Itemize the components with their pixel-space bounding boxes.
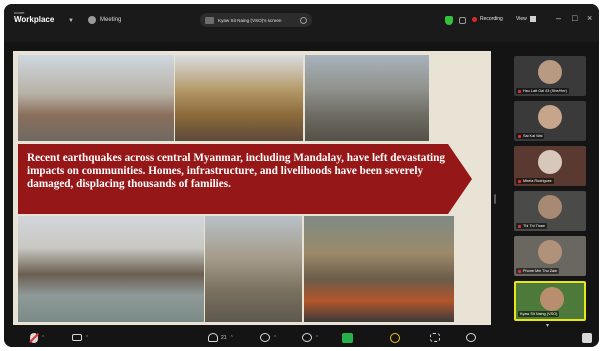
meeting-menu[interactable]: Meeting <box>88 16 121 24</box>
microphone-muted-icon <box>30 332 38 343</box>
mute-button[interactable]: ⌃ <box>30 332 45 343</box>
emoji-icon <box>390 332 400 343</box>
meeting-label: Meeting <box>100 17 122 23</box>
participant-tile[interactable]: Thi Thi Thaw <box>514 191 586 231</box>
chat-icon <box>260 333 270 342</box>
bottom-toolbar: ⌃ ⌃ 21 ⌃ ⌃ ⌃ <box>4 328 599 347</box>
recording-label: Recording <box>480 16 503 22</box>
participant-name: Mirela Rodriguez <box>523 179 552 183</box>
reactions-button[interactable]: ⌃ <box>302 332 319 343</box>
participant-name: Hsu Latt Gal 43 (She/Her) <box>523 89 567 93</box>
emoji-button[interactable] <box>390 332 400 343</box>
chevron-up-icon[interactable]: ⌃ <box>273 335 277 341</box>
chat-button[interactable]: ⌃ <box>260 332 277 343</box>
mic-muted-icon <box>518 134 521 138</box>
top-bar: zoom Workplace ▼ Meeting Kyaw Sit Naing … <box>4 4 599 42</box>
participant-video <box>538 150 562 174</box>
mic-muted-icon <box>518 269 521 273</box>
participants-icon <box>208 333 218 342</box>
shared-slide: Recent earthquakes across central Myanma… <box>13 51 491 325</box>
participant-name-tag: Hsu Latt Gal 43 (She/Her) <box>516 88 569 94</box>
participant-tile-active-speaker[interactable]: Kyaw Sit Naing (VSO) <box>514 281 586 321</box>
apps-icon <box>430 333 440 342</box>
chevron-up-icon[interactable]: ⌃ <box>230 335 234 341</box>
participant-name: Thi Thi Thaw <box>523 224 545 228</box>
participant-name: Phone Min Thu Zaw <box>523 269 557 273</box>
panel-resize-handle[interactable] <box>494 194 496 204</box>
banner-arrow <box>448 144 472 214</box>
mic-muted-icon <box>518 224 521 228</box>
participant-name-tag: Thi Thi Thaw <box>516 223 547 229</box>
photo-rescue-workers <box>304 216 454 322</box>
share-options-icon[interactable] <box>300 16 307 24</box>
more-icon <box>466 333 476 342</box>
participant-name-tag: Sai Kal Wai <box>516 133 545 139</box>
video-button[interactable]: ⌃ <box>72 332 89 343</box>
exit-icon <box>582 332 592 343</box>
participant-name-tag: Mirela Rodriguez <box>516 178 554 184</box>
participant-video <box>538 105 562 129</box>
recording-dot-icon <box>472 16 477 22</box>
info-icon[interactable] <box>459 17 466 24</box>
screen-icon <box>205 16 214 24</box>
photo-damaged-temple-river <box>18 216 204 322</box>
photo-collapsed-building <box>18 55 174 141</box>
screen-share-indicator[interactable]: Kyaw Sit Naing (VSO)'s screen <box>200 13 312 27</box>
participant-video <box>538 60 562 84</box>
recording-indicator[interactable]: Recording <box>472 16 503 22</box>
shield-icon[interactable] <box>445 16 453 25</box>
chevron-up-icon[interactable]: ⌃ <box>85 335 89 341</box>
close-icon[interactable]: × <box>587 14 592 23</box>
chevron-up-icon[interactable]: ⌃ <box>315 335 319 341</box>
participants-button[interactable]: 21 ⌃ <box>208 332 234 343</box>
chevron-down-icon[interactable]: ▼ <box>68 18 74 24</box>
share-label: Kyaw Sit Naing (VSO)'s screen <box>218 17 282 23</box>
minimize-icon[interactable]: – <box>556 14 561 23</box>
participant-video <box>538 195 562 219</box>
participant-name: Sai Kal Wai <box>523 134 543 138</box>
view-label: View <box>516 16 527 22</box>
grid-icon <box>529 16 536 22</box>
mic-muted-icon <box>518 89 521 93</box>
participant-name-tag: Kyaw Sit Naing (VSO) <box>518 311 560 317</box>
leave-button[interactable] <box>582 332 592 343</box>
apps-button[interactable] <box>430 332 440 343</box>
maximize-icon[interactable]: □ <box>572 14 577 23</box>
mic-muted-icon <box>518 179 521 183</box>
view-button[interactable]: View <box>516 16 536 22</box>
participants-count: 21 <box>221 334 227 341</box>
more-button[interactable] <box>466 332 476 343</box>
zoom-window: zoom Workplace ▼ Meeting Kyaw Sit Naing … <box>4 4 599 347</box>
participant-tile[interactable]: Mirela Rodriguez <box>514 146 586 186</box>
brand-main: Workplace <box>14 15 55 24</box>
photo-aerial-collapse <box>305 55 429 141</box>
photo-damaged-pagoda <box>175 55 303 141</box>
camera-icon <box>72 334 82 341</box>
meeting-icon <box>88 16 96 24</box>
app-brand[interactable]: zoom Workplace <box>14 11 54 24</box>
share-screen-icon <box>342 332 353 343</box>
participant-video <box>540 287 564 311</box>
participant-name: Kyaw Sit Naing (VSO) <box>520 312 558 316</box>
slide-banner: Recent earthquakes across central Myanma… <box>18 144 448 214</box>
participant-video <box>538 240 562 264</box>
speech-bubble-icon <box>302 333 312 342</box>
participant-tile[interactable]: Hsu Latt Gal 43 (She/Her) <box>514 56 586 96</box>
participant-tile[interactable]: Phone Min Thu Zaw <box>514 236 586 276</box>
share-screen-button[interactable] <box>342 332 353 343</box>
photo-street-rubble <box>205 216 302 322</box>
chevron-up-icon[interactable]: ⌃ <box>41 335 45 341</box>
slide-banner-text: Recent earthquakes across central Myanma… <box>27 152 445 191</box>
participant-tile[interactable]: Sai Kal Wai <box>514 101 586 141</box>
participant-name-tag: Phone Min Thu Zaw <box>516 268 559 274</box>
